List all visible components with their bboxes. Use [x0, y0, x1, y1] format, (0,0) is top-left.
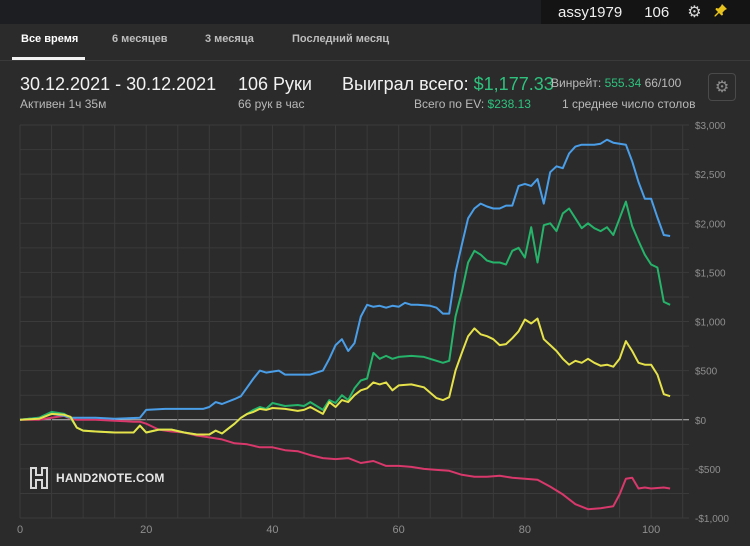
x-tick-label: 20	[140, 524, 152, 536]
y-tick-label: $2,000	[695, 219, 726, 230]
series-line-1	[19, 200, 671, 436]
x-tick-label: 100	[642, 524, 660, 536]
profit-chart: $3,000 $2,500 $2,000 $1,500 $1,000 $500 $0 -$50…	[17, 121, 729, 536]
logo-text: HAND2NOTE.COM	[56, 471, 165, 485]
y-tick-label: $1,000	[695, 318, 726, 329]
y-tick-label: $1,500	[695, 268, 726, 279]
x-tick-label: 60	[393, 524, 405, 536]
y-tick-label: -$1,000	[695, 514, 729, 525]
y-tick-label: $500	[695, 367, 718, 378]
x-tick-label: 80	[519, 524, 531, 536]
series-line-2	[19, 317, 671, 436]
hand2note-logo-icon	[30, 467, 48, 489]
series-line-3	[20, 414, 671, 511]
y-tick-label: $2,500	[695, 170, 726, 181]
y-tick-label: $0	[695, 416, 707, 427]
y-tick-label: $3,000	[695, 121, 726, 132]
hand2note-logo: HAND2NOTE.COM	[29, 467, 165, 489]
x-tick-label: 40	[266, 524, 278, 536]
x-tick-label: 0	[17, 524, 23, 536]
series-line-0	[19, 138, 671, 421]
y-tick-label: -$500	[695, 465, 721, 476]
